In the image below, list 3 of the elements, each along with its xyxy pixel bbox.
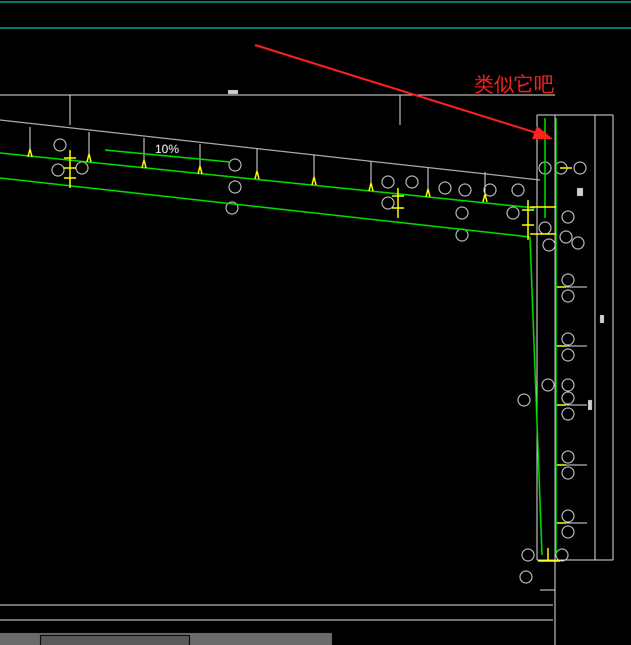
command-input-field[interactable]: [40, 635, 190, 645]
annotation-text: 类似它吧: [474, 72, 554, 96]
slope-label: 10%: [155, 142, 180, 156]
